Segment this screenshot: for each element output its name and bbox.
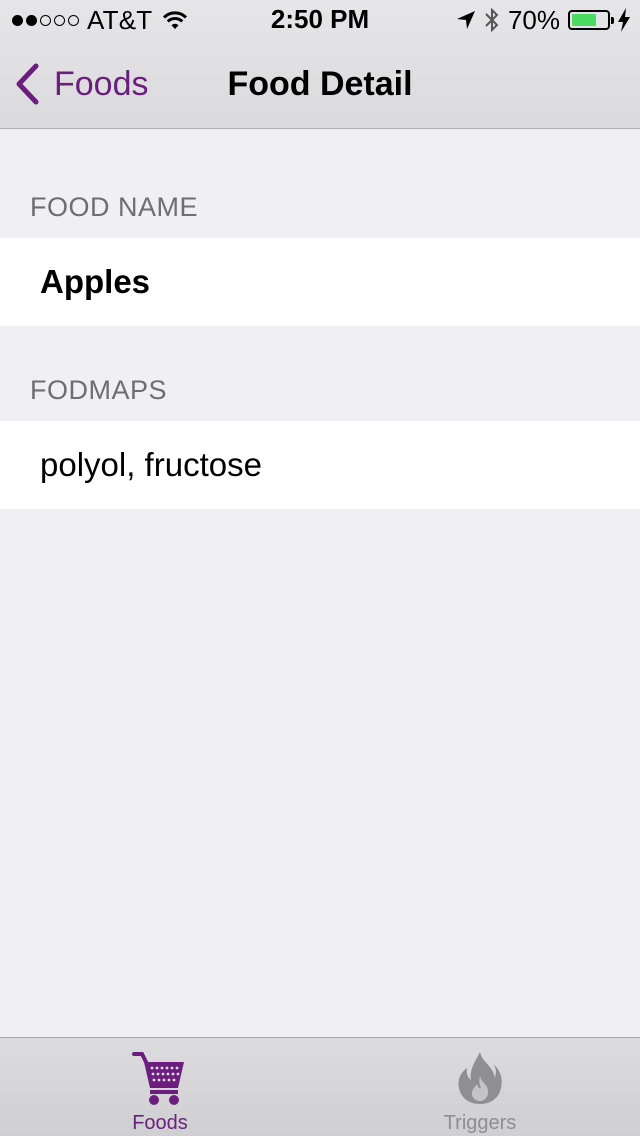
tab-triggers-label: Triggers (443, 1112, 517, 1134)
nav-bar: Foods Food Detail (0, 40, 640, 128)
fodmaps-value: polyol, fructose (40, 446, 262, 483)
charging-bolt-icon (618, 8, 630, 32)
tab-foods[interactable]: Foods (0, 1038, 320, 1136)
food-name-cell: Apples (0, 238, 640, 326)
status-right: 70% (456, 4, 630, 35)
flame-icon (458, 1052, 502, 1104)
battery-percent: 70% (507, 4, 560, 35)
page-title: Food Detail (227, 65, 413, 103)
battery-icon (568, 10, 614, 30)
shopping-cart-icon (132, 1052, 184, 1105)
header: AT&T 2:50 PM 70% Foods Food Detail (0, 0, 640, 129)
battery-level-fill (572, 14, 596, 26)
tab-triggers[interactable]: Triggers (320, 1038, 640, 1136)
bluetooth-icon (485, 7, 499, 33)
tab-bar: Foods Triggers (0, 1037, 640, 1136)
food-name-value: Apples (40, 263, 151, 300)
food-detail-screen: AT&T 2:50 PM 70% Foods Food Detail FOOD … (0, 0, 640, 1136)
status-bar: AT&T 2:50 PM 70% (0, 0, 640, 40)
fodmaps-section-header: FODMAPS (30, 375, 168, 405)
tab-foods-label: Foods (132, 1112, 188, 1134)
location-arrow-icon (456, 11, 475, 29)
fodmaps-cell: polyol, fructose (0, 421, 640, 509)
food-name-section-header: FOOD NAME (30, 192, 199, 222)
